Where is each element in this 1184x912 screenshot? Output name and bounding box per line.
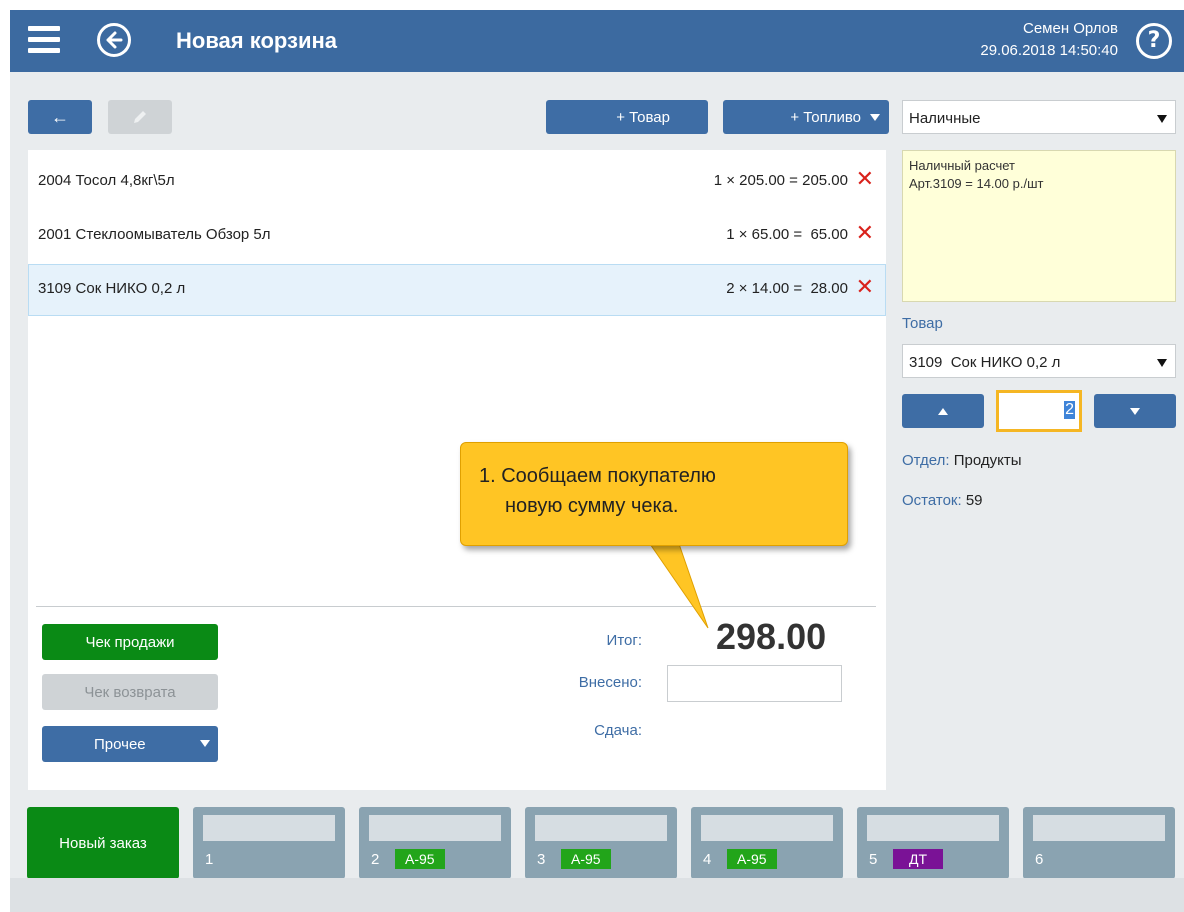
return-receipt-button[interactable]: Чек возврата — [42, 674, 218, 710]
chevron-down-icon — [1157, 115, 1167, 123]
quantity-input[interactable]: 2 — [996, 390, 1082, 432]
fuel-badge: А-95 — [727, 849, 777, 869]
delete-icon[interactable]: ✕ — [856, 168, 874, 190]
payment-method-value: Наличные — [909, 110, 981, 127]
change-label: Сдача: — [594, 722, 642, 739]
order-slot-5[interactable]: 5 ДТ — [857, 807, 1009, 879]
add-item-label: + Товар — [616, 108, 670, 126]
department-info: Отдел: Продукты — [902, 452, 1022, 469]
back-icon[interactable] — [97, 23, 131, 57]
footer-strip — [10, 878, 1184, 912]
sale-receipt-button[interactable]: Чек продажи — [42, 624, 218, 660]
user-name: Семен Орлов — [1022, 20, 1118, 37]
order-slot-4[interactable]: 4 А-95 — [691, 807, 843, 879]
item-name: 2001 Стеклоомыватель Обзор 5л — [38, 226, 271, 243]
stock-value: 59 — [965, 492, 983, 509]
slot-display — [701, 815, 833, 841]
help-icon[interactable]: ? — [1136, 23, 1172, 59]
department-value: Продукты — [953, 452, 1022, 469]
total-value: 298.00 — [716, 616, 827, 657]
user-info: Семен Орлов 29.06.2018 14:50:40 — [980, 18, 1118, 62]
slot-display — [867, 815, 999, 841]
item-name: 2004 Тосол 4,8кг\5л — [38, 172, 175, 189]
menu-icon[interactable] — [28, 26, 60, 54]
slot-number: 5 — [869, 851, 878, 868]
order-slot-3[interactable]: 3 А-95 — [525, 807, 677, 879]
current-datetime: 29.06.2018 14:50:40 — [980, 42, 1118, 59]
order-slot-2[interactable]: 2 А-95 — [359, 807, 511, 879]
slot-display — [535, 815, 667, 841]
notes-line-2: Арт.3109 = 14.00 р./шт — [909, 176, 1044, 191]
item-calc: 1 × 65.00 = 65.00 — [726, 226, 848, 243]
stock-info: Остаток: 59 — [902, 492, 983, 509]
slot-number: 2 — [371, 851, 380, 868]
callout-pointer — [648, 540, 709, 629]
item-name: 3109 Сок НИКО 0,2 л — [38, 280, 186, 297]
fuel-badge: А-95 — [561, 849, 611, 869]
order-slot-6[interactable]: 6 — [1023, 807, 1175, 879]
chevron-down-icon — [200, 740, 210, 747]
item-label: Товар — [902, 315, 943, 332]
chevron-down-icon — [1157, 359, 1167, 367]
other-dropdown-button[interactable]: Прочее — [42, 726, 218, 762]
payment-method-select[interactable]: Наличные — [902, 100, 1176, 134]
edit-button[interactable] — [108, 100, 172, 134]
cart-row[interactable]: 2001 Стеклоомыватель Обзор 5л 1 × 65.00 … — [28, 210, 886, 262]
slot-number: 6 — [1035, 851, 1044, 868]
order-slot-1[interactable]: 1 — [193, 807, 345, 879]
slot-number: 1 — [205, 851, 214, 868]
delete-icon[interactable]: ✕ — [856, 276, 874, 298]
notes-line-1: Наличный расчет — [909, 158, 1015, 173]
slot-display — [203, 815, 335, 841]
stock-label: Остаток: — [902, 492, 962, 509]
pencil-icon — [134, 111, 146, 123]
arrow-up-icon — [938, 407, 948, 415]
quantity-value: 2 — [1064, 401, 1075, 419]
page-title: Новая корзина — [176, 28, 338, 53]
callout-line-1: 1. Сообщаем покупателю — [479, 465, 716, 487]
item-calc: 2 × 14.00 = 28.00 — [726, 280, 848, 297]
callout-line-2: новую сумму чека. — [505, 495, 679, 517]
hint-callout: 1. Сообщаем покупателю новую сумму чека. — [460, 442, 848, 546]
department-label: Отдел: — [902, 452, 950, 469]
slot-number: 4 — [703, 851, 712, 868]
fuel-badge: ДТ — [893, 849, 944, 869]
app-window: Новая корзина Семен Орлов 29.06.2018 14:… — [10, 10, 1184, 912]
paid-label: Внесено: — [578, 674, 642, 691]
divider — [36, 606, 876, 607]
header-bar: Новая корзина Семен Орлов 29.06.2018 14:… — [10, 10, 1184, 72]
slot-display — [369, 815, 501, 841]
item-select[interactable]: 3109 Сок НИКО 0,2 л — [902, 344, 1176, 378]
quantity-increase-button[interactable] — [902, 394, 984, 428]
add-fuel-label: + Топливо — [790, 108, 861, 126]
item-select-value: 3109 Сок НИКО 0,2 л — [909, 354, 1061, 371]
payment-notes: Наличный расчет Арт.3109 = 14.00 р./шт — [902, 150, 1176, 302]
chevron-down-icon — [870, 114, 880, 121]
quantity-decrease-button[interactable] — [1094, 394, 1176, 428]
delete-icon[interactable]: ✕ — [856, 222, 874, 244]
other-label: Прочее — [94, 735, 146, 753]
arrow-down-icon — [1130, 407, 1140, 415]
paid-input[interactable] — [667, 665, 842, 702]
item-calc: 1 × 205.00 = 205.00 — [713, 172, 848, 189]
slot-display — [1033, 815, 1165, 841]
cart-row[interactable]: 2004 Тосол 4,8кг\5л 1 × 205.00 = 205.00 … — [28, 156, 886, 208]
fuel-badge: А-95 — [395, 849, 445, 869]
total-label: Итог: — [606, 632, 642, 649]
add-item-button[interactable]: + Товар — [546, 100, 708, 134]
cart-row-selected[interactable]: 3109 Сок НИКО 0,2 л 2 × 14.00 = 28.00 ✕ — [28, 264, 886, 316]
add-fuel-button[interactable]: + Топливо — [723, 100, 889, 134]
new-order-button[interactable]: Новый заказ — [27, 807, 179, 879]
slot-number: 3 — [537, 851, 546, 868]
back-button[interactable]: ← — [28, 100, 92, 134]
